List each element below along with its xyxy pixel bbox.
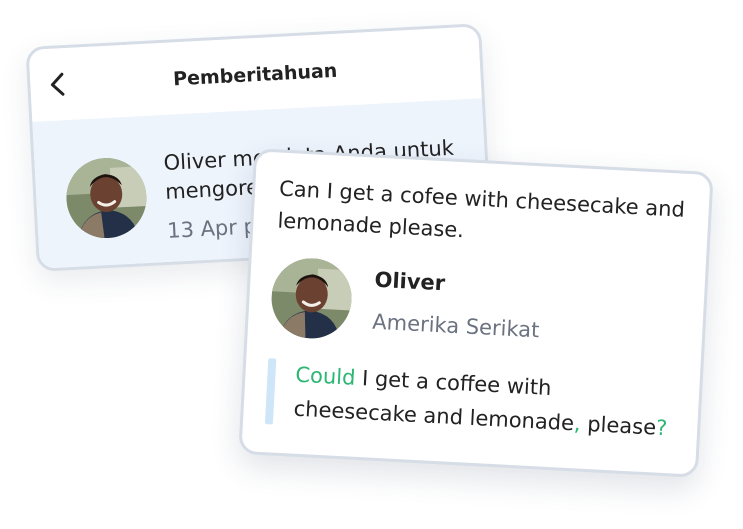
avatar [64,156,149,241]
user-country: Amerika Serikat [371,309,540,343]
page-title: Pemberitahuan [172,59,338,91]
corrected-text: ee with [473,372,552,401]
quote-bar [264,358,277,425]
corrected-text: I get a cof [354,365,476,396]
correction-insert: Could [294,362,357,390]
avatar [269,256,354,341]
original-message: Can I get a cofee with cheesecake and le… [276,176,686,243]
correction-insert: ? [655,415,668,441]
user-name: Oliver [373,267,446,296]
corrected-text: please [580,411,657,440]
correction-card[interactable]: Can I get a cofee with cheesecake and le… [238,148,714,478]
notification-date: 13 Apr p [166,214,258,243]
corrected-message: Could I get a coffee with cheesecake and… [293,358,686,446]
